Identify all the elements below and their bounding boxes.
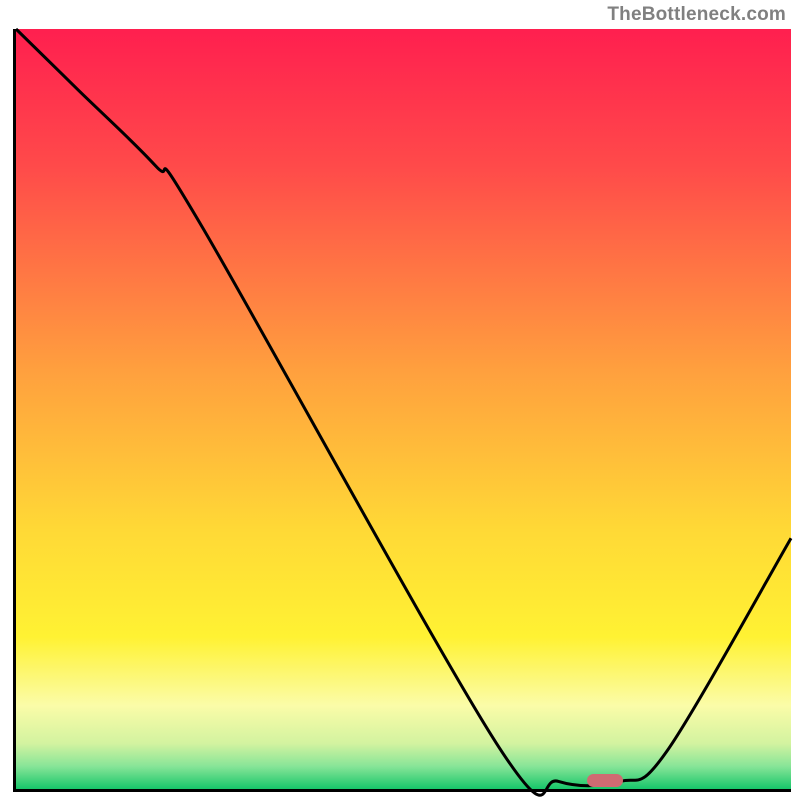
optimal-point-marker [587,774,623,787]
watermark-text: TheBottleneck.com [607,4,786,26]
bottleneck-curve [16,29,791,789]
plot-area [13,29,791,792]
chart-container: TheBottleneck.com [0,0,800,800]
